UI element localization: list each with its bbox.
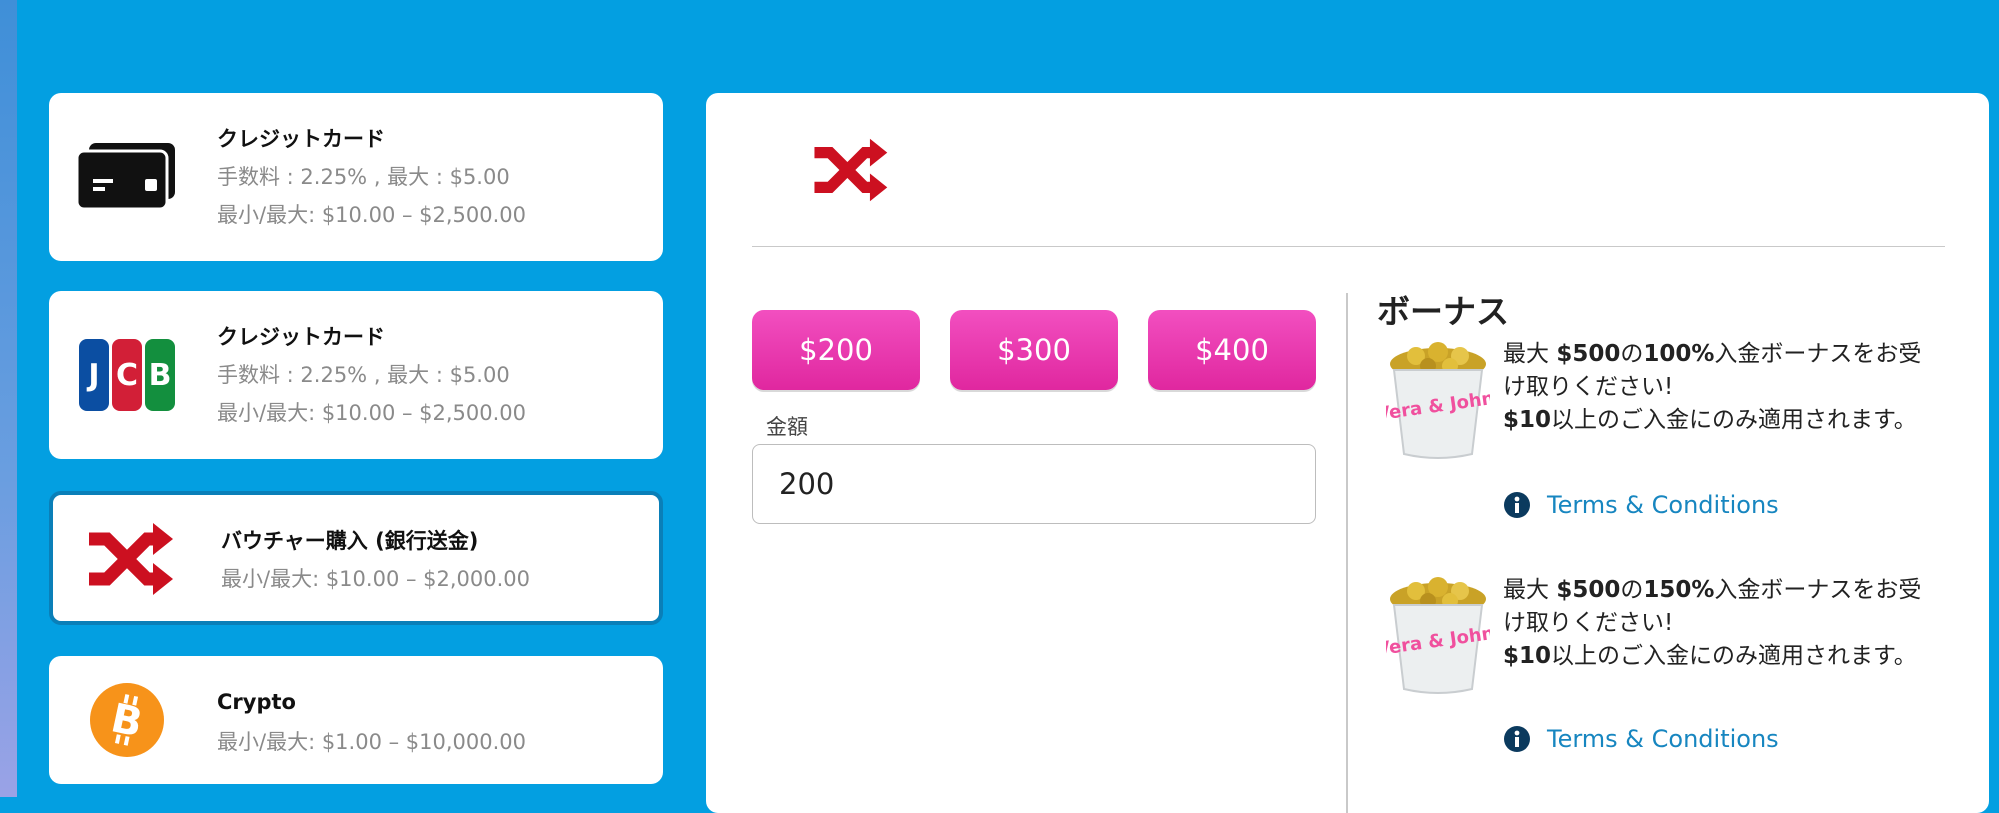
quick-amount-400-button[interactable]: $400 [1148,310,1316,390]
column-divider [1346,293,1348,813]
method-limits: 最小/最大: $10.00 – $2,000.00 [221,567,531,591]
jcb-logo-icon: J C B [79,339,175,411]
bonus-offer-text: 最大 $500の150%入金ボーナスをお受け取りください! $10以上のご入金に… [1503,577,1922,669]
terms-label[interactable]: Terms & Conditions [1547,491,1779,519]
amount-input[interactable] [752,444,1316,524]
bonus-offer-text: 最大 $500の100%入金ボーナスをお受け取りください! $10以上のご入金に… [1503,341,1922,433]
method-limits: 最小/最大: $10.00 – $2,500.00 [217,401,527,425]
info-icon [1504,492,1530,518]
svg-text:B: B [149,358,172,393]
quick-amount-300-button[interactable]: $300 [950,310,1118,390]
deposit-panel: $200 $300 $400 金額 ボーナス Vera & John 最大 $5… [706,93,1989,813]
left-edge-gradient [0,0,17,797]
shuffle-icon [89,523,173,595]
credit-card-icon [75,143,175,211]
terms-conditions-link[interactable]: Terms & Conditions [1503,491,1779,519]
bonus-coin-bucket-image: Vera & John [1386,342,1490,459]
method-title: Crypto [217,690,296,714]
payment-method-credit-card[interactable]: クレジットカード 手数料 : 2.25% , 最大 : $5.00 最小/最大:… [49,93,663,261]
terms-conditions-link[interactable]: Terms & Conditions [1503,725,1779,753]
method-fee: 手数料 : 2.25% , 最大 : $5.00 [217,363,510,387]
method-title: クレジットカード [217,127,385,151]
quick-amount-200-button[interactable]: $200 [752,310,920,390]
terms-label[interactable]: Terms & Conditions [1547,725,1779,753]
payment-method-voucher-bank-transfer[interactable]: バウチャー購入 (銀行送金) 最小/最大: $10.00 – $2,000.00 [49,491,663,625]
method-limits: 最小/最大: $1.00 – $10,000.00 [217,730,527,754]
svg-text:J: J [86,358,99,393]
payment-method-crypto[interactable]: B Crypto 最小/最大: $1.00 – $10,000.00 [49,656,663,784]
info-icon [1504,726,1530,752]
method-title: バウチャー購入 (銀行送金) [221,529,479,553]
method-fee: 手数料 : 2.25% , 最大 : $5.00 [217,165,510,189]
bitcoin-icon: B [90,683,164,757]
shuffle-icon [814,138,888,202]
bonus-coin-bucket-image: Vera & John [1386,577,1490,694]
bonus-heading: ボーナス [1377,292,1509,331]
method-title: クレジットカード [217,325,385,349]
svg-text:C: C [116,358,138,393]
method-limits: 最小/最大: $10.00 – $2,500.00 [217,203,527,227]
payment-method-jcb[interactable]: J C B クレジットカード 手数料 : 2.25% , 最大 : $5.00 … [49,291,663,459]
amount-label: 金額 [766,415,808,439]
header-divider [752,246,1945,247]
